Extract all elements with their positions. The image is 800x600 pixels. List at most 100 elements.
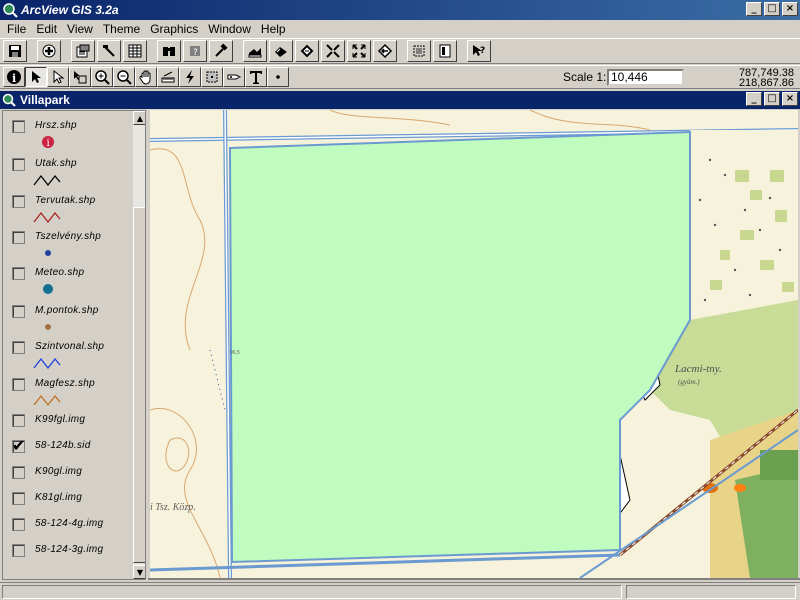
zoom-selected-icon	[300, 44, 314, 58]
theme-properties-button[interactable]	[71, 40, 95, 62]
view-titlebar[interactable]: Villapark _ □ ×	[0, 91, 800, 109]
theme-name: 58-124b.sid	[35, 440, 91, 451]
toc-scrollbar[interactable]: ▲ ▼	[133, 111, 145, 579]
zoom-to-selected-button[interactable]	[295, 40, 319, 62]
identify-tool[interactable]: i	[3, 67, 25, 87]
save-project-button[interactable]	[3, 40, 27, 62]
scroll-up-button[interactable]: ▲	[133, 111, 145, 125]
binoculars-icon	[163, 47, 175, 56]
theme-visibility-checkbox[interactable]	[12, 120, 25, 133]
menu-file[interactable]: File	[2, 22, 31, 36]
theme-properties-icon	[76, 44, 90, 58]
menu-help[interactable]: Help	[256, 22, 291, 36]
query-builder-button[interactable]	[209, 40, 233, 62]
help-button[interactable]: ?	[467, 40, 491, 62]
toc-theme-item[interactable]: 58-124-3g.img	[3, 535, 131, 571]
theme-visibility-checkbox[interactable]	[12, 305, 25, 318]
zoom-previous-button[interactable]	[373, 40, 397, 62]
close-button[interactable]: ×	[782, 2, 798, 16]
locate-icon: ?	[190, 46, 200, 58]
app-titlebar[interactable]: ArcView GIS 3.2a _ □ ×	[0, 0, 800, 20]
area-of-interest-tool[interactable]	[201, 67, 223, 87]
theme-visibility-checkbox[interactable]	[12, 466, 25, 479]
theme-name: K81gl.img	[35, 492, 83, 503]
menu-edit[interactable]: Edit	[31, 22, 62, 36]
zoom-out-tool[interactable]	[113, 67, 135, 87]
label-tag-icon	[227, 74, 242, 80]
theme-visibility-checkbox[interactable]	[12, 378, 25, 391]
active-themes-icon	[275, 47, 287, 57]
view-minimize-button[interactable]: _	[746, 92, 762, 106]
view-maximize-button[interactable]: □	[764, 92, 780, 106]
theme-name: Tervutak.shp	[35, 195, 96, 206]
select-by-theme-icon	[413, 45, 425, 57]
menu-view[interactable]: View	[62, 22, 98, 36]
zoom-out-fixed-button[interactable]	[347, 40, 371, 62]
select-feature-tool[interactable]	[69, 67, 91, 87]
pointer-tool[interactable]	[25, 67, 47, 87]
toc-theme-item[interactable]: Meteo.shp	[3, 258, 131, 294]
pan-tool[interactable]	[135, 67, 157, 87]
scale-label: Scale 1:	[563, 70, 607, 84]
lightning-icon	[186, 70, 194, 84]
measure-tool[interactable]	[157, 67, 179, 87]
theme-visibility-checkbox[interactable]	[12, 341, 25, 354]
coord-y: 218,867.86	[738, 77, 794, 89]
ruler-icon	[161, 71, 175, 83]
theme-visibility-checkbox[interactable]	[12, 231, 25, 244]
label-tool[interactable]	[223, 67, 245, 87]
floppy-icon	[9, 45, 21, 57]
toc-theme-item[interactable]: Tervutak.shp	[3, 186, 131, 224]
theme-visibility-checkbox[interactable]: ✔	[12, 436, 25, 455]
locate-address-button[interactable]: ?	[183, 40, 207, 62]
toc-theme-item[interactable]: Magfesz.shp	[3, 369, 131, 407]
text-tool[interactable]	[245, 67, 267, 87]
menu-graphics[interactable]: Graphics	[145, 22, 203, 36]
minimize-button[interactable]: _	[746, 2, 762, 16]
menu-theme[interactable]: Theme	[98, 22, 145, 36]
zoom-to-active-themes-button[interactable]	[269, 40, 293, 62]
toc-theme-item[interactable]: Szintvonal.shp	[3, 332, 131, 370]
hammer-icon	[215, 43, 228, 57]
toc-theme-item[interactable]: Tszelvény.shp	[3, 222, 131, 258]
area-select-icon	[206, 71, 218, 83]
theme-name: K99fgl.img	[35, 414, 86, 425]
theme-visibility-checkbox[interactable]	[12, 492, 25, 505]
map-canvas[interactable]: Lacmi-tny. (gyüm.) i Tsz. Közp. 96,5	[150, 110, 798, 578]
zoom-to-full-extent-button[interactable]	[243, 40, 267, 62]
status-bar	[0, 582, 800, 600]
theme-visibility-checkbox[interactable]	[12, 414, 25, 427]
toc-theme-item[interactable]: Hrsz.shp i	[3, 111, 131, 149]
layout-button[interactable]	[433, 40, 457, 62]
svg-text:?: ?	[480, 46, 485, 56]
theme-visibility-checkbox[interactable]	[12, 195, 25, 208]
toc-theme-item[interactable]: Utak.shp	[3, 149, 131, 187]
status-message-panel	[2, 585, 622, 599]
find-button[interactable]	[157, 40, 181, 62]
hot-link-tool[interactable]	[179, 67, 201, 87]
edit-legend-button[interactable]	[97, 40, 121, 62]
menu-window[interactable]: Window	[203, 22, 256, 36]
vertex-edit-tool[interactable]	[47, 67, 69, 87]
scroll-down-button[interactable]: ▼	[133, 565, 145, 579]
scroll-thumb[interactable]	[133, 207, 145, 563]
open-theme-table-button[interactable]	[123, 40, 147, 62]
draw-point-tool[interactable]	[267, 67, 289, 87]
theme-visibility-checkbox[interactable]	[12, 518, 25, 531]
zoom-in-tool[interactable]	[91, 67, 113, 87]
maximize-button[interactable]: □	[764, 2, 780, 16]
map-horizontal-edge	[148, 578, 800, 580]
zoom-in-fixed-button[interactable]	[321, 40, 345, 62]
theme-visibility-checkbox[interactable]	[12, 158, 25, 171]
add-theme-button[interactable]	[37, 40, 61, 62]
arrows-out-icon	[352, 44, 366, 58]
map-view[interactable]: Lacmi-tny. (gyüm.) i Tsz. Közp. 96,5	[150, 110, 798, 578]
toc-theme-item[interactable]: M.pontok.shp	[3, 296, 131, 332]
view-close-button[interactable]: ×	[782, 92, 798, 106]
theme-visibility-checkbox[interactable]	[12, 544, 25, 557]
theme-visibility-checkbox[interactable]	[12, 267, 25, 280]
full-extent-icon	[248, 48, 262, 58]
select-by-theme-button[interactable]	[407, 40, 431, 62]
scale-input[interactable]: 10,446	[607, 69, 684, 86]
layout-icon	[439, 44, 451, 58]
